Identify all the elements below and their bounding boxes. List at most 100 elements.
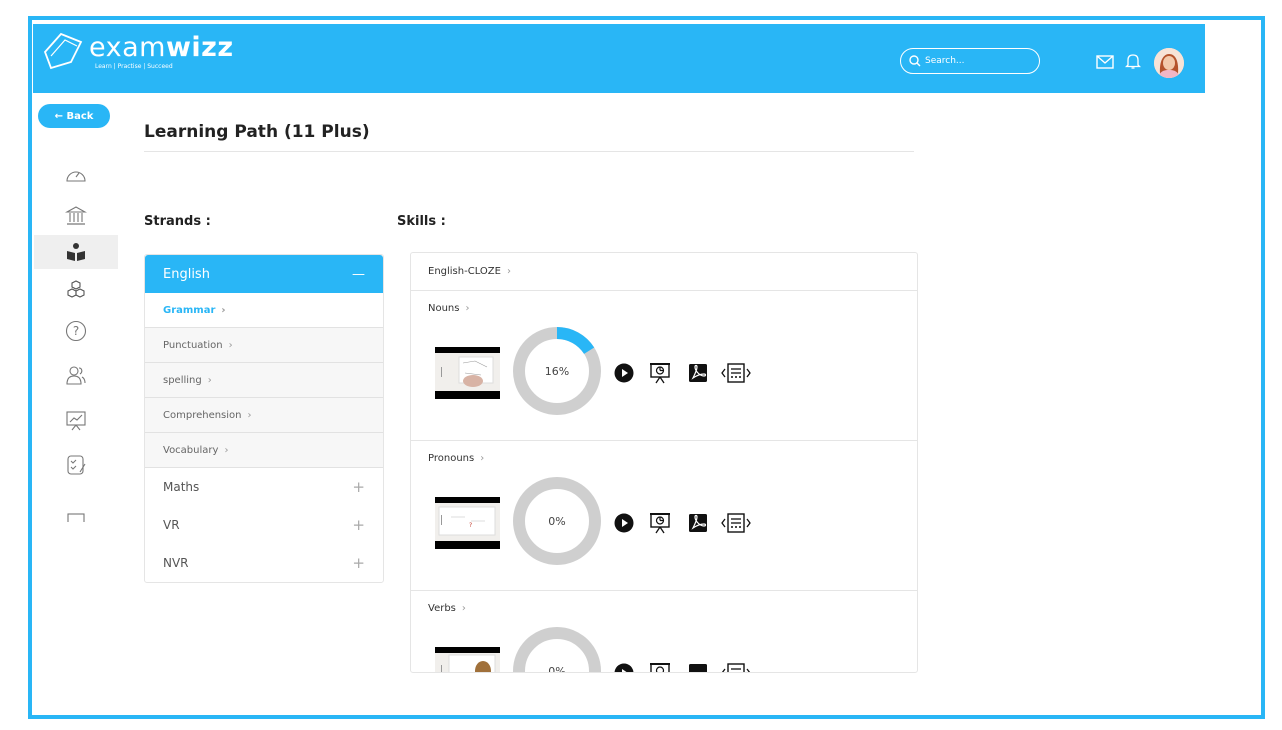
skill-label: Nouns [428,303,460,314]
bell-icon[interactable] [1125,52,1141,70]
play-icon [614,663,634,672]
play-icon [614,513,634,533]
svg-text:?: ? [469,522,472,529]
search-box[interactable] [900,48,1040,74]
institution-icon [65,206,87,225]
chevron-right-icon: › [480,453,485,464]
thumbnail-image: ? [438,506,496,536]
users-icon [66,366,86,385]
sidebar-item-institution[interactable] [34,199,118,233]
subitem-label: Punctuation [163,339,223,351]
collapse-icon[interactable]: — [352,267,365,282]
sidebar-item-modules[interactable] [34,272,118,306]
strands-heading: Strands : [144,214,211,229]
video-thumbnail[interactable] [435,647,500,672]
presentation-button[interactable] [649,662,671,672]
worksheet-icon [721,663,751,672]
strand-subitem-vocabulary[interactable]: Vocabulary › [145,433,383,468]
page-title: Learning Path (11 Plus) [144,122,370,142]
blocks-icon [67,280,85,298]
worksheet-icon [721,363,751,383]
skill-label: Pronouns [428,453,475,464]
strand-subitem-spelling[interactable]: spelling › [145,363,383,398]
brand-name-light: exam [89,32,166,63]
pdf-button[interactable] [687,662,709,672]
skill-topic-header[interactable]: English-CLOZE › [411,253,917,291]
sidebar-item-help[interactable]: ? [34,314,118,348]
skill-title[interactable]: Verbs › [428,603,466,614]
sidebar-item-more[interactable] [34,504,118,522]
thumbnail-image [441,654,496,672]
chevron-right-icon: › [228,339,233,351]
play-button[interactable] [613,662,635,672]
worksheet-icon [721,513,751,533]
skills-panel: English-CLOZE › Nouns › 16% Pronouns › ?… [410,252,918,673]
presentation-icon [650,513,670,534]
speedometer-icon [66,171,86,182]
thumbnail-frame: ? [435,503,500,541]
progress-label: 0% [548,514,566,528]
strand-vr[interactable]: VR + [145,506,383,544]
chevron-right-icon: › [221,304,226,316]
subitem-label: Comprehension [163,409,242,421]
sidebar-item-learning-path[interactable] [34,235,118,269]
chevron-right-icon: › [506,266,511,277]
strand-label: NVR [163,556,189,570]
chevron-right-icon: › [461,603,466,614]
sidebar-item-users[interactable] [34,358,118,392]
strand-subitem-comprehension[interactable]: Comprehension › [145,398,383,433]
search-icon [909,55,921,67]
svg-text:?: ? [73,324,79,338]
expand-icon[interactable]: + [352,516,365,534]
thumbnail-image [441,356,494,387]
chevron-right-icon: › [247,409,252,421]
subitem-label: Grammar [163,304,216,316]
progress-label: 16% [544,364,570,378]
chevron-right-icon: › [224,444,229,456]
search-input[interactable] [925,56,1025,66]
top-header: examwizz Learn | Practise | Succeed [33,24,1205,93]
expand-icon[interactable]: + [352,554,365,572]
pdf-icon [689,364,707,382]
pdf-button[interactable] [687,512,709,534]
brand-logo[interactable]: examwizz Learn | Practise | Succeed [41,30,234,74]
strand-nvr[interactable]: NVR + [145,544,383,582]
strand-maths[interactable]: Maths + [145,468,383,506]
skill-topic-label: English-CLOZE [428,266,501,277]
thumbnail-frame [435,653,500,672]
expand-icon[interactable]: + [352,478,365,496]
skill-label: Verbs [428,603,456,614]
quiz-icon [67,455,86,475]
worksheet-button[interactable] [721,512,751,534]
skill-card: Verbs › 0% [411,591,917,673]
sidebar-item-reports[interactable] [34,403,118,437]
strand-subitem-grammar[interactable]: Grammar › [145,293,383,328]
subitem-label: spelling [163,374,202,386]
presentation-button[interactable] [649,512,671,534]
progress-label: 0% [548,664,566,673]
skill-title[interactable]: Nouns › [428,303,469,314]
worksheet-button[interactable] [721,362,751,384]
video-thumbnail[interactable] [435,347,500,399]
play-button[interactable] [613,362,635,384]
sidebar-item-quiz[interactable] [34,448,118,482]
chart-board-icon [66,411,86,431]
user-avatar[interactable] [1154,48,1184,78]
play-button[interactable] [613,512,635,534]
mail-icon[interactable] [1096,54,1114,70]
strand-label: VR [163,518,180,532]
help-icon: ? [65,320,87,342]
pdf-button[interactable] [687,362,709,384]
presentation-button[interactable] [649,362,671,384]
skills-heading: Skills : [397,214,446,229]
more-icon [67,513,85,522]
pdf-icon [689,514,707,532]
title-divider [144,151,914,152]
video-thumbnail[interactable]: ? [435,497,500,549]
worksheet-button[interactable] [721,662,751,672]
skill-title[interactable]: Pronouns › [428,453,484,464]
back-button[interactable]: ← Back [38,104,110,128]
strand-english-header[interactable]: English — [145,255,383,293]
strand-subitem-punctuation[interactable]: Punctuation › [145,328,383,363]
sidebar-item-dashboard[interactable] [34,158,118,192]
